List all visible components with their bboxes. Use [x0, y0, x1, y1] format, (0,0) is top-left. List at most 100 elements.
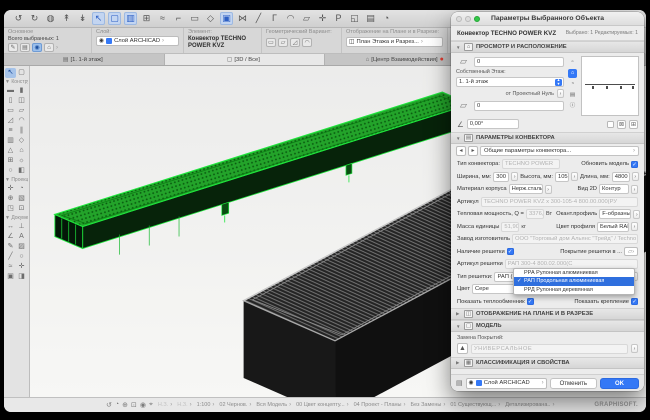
statusbar-field[interactable]: Н.З. ›: [158, 402, 172, 408]
move-dropdown[interactable]: ✛: [316, 12, 329, 25]
height-flyout[interactable]: ›: [571, 172, 578, 181]
worksheet-tool[interactable]: ◳: [5, 204, 16, 214]
geometry-variant-4-button[interactable]: ◠: [302, 38, 312, 47]
ok-button[interactable]: OK: [600, 378, 639, 389]
pen-attribute-button[interactable]: ✎: [8, 43, 18, 52]
door-tool[interactable]: ▯: [5, 96, 16, 106]
object-tool[interactable]: ⊞: [5, 156, 16, 166]
geometry-variant-1-button[interactable]: ▭: [266, 38, 276, 47]
roof-tool[interactable]: ◿: [5, 116, 16, 126]
split-icon[interactable]: ╱: [252, 12, 265, 25]
fillet-icon[interactable]: ◠: [284, 12, 297, 25]
statusbar-field[interactable]: 01 Существующ... ›: [450, 402, 500, 408]
dialog-titlebar[interactable]: Параметры Выбранного Объекта: [451, 12, 644, 26]
parameter-page-dropdown[interactable]: Общие параметры конвектора... ›: [480, 146, 639, 156]
grille-present-checkbox[interactable]: [507, 248, 514, 255]
project-origin-tool[interactable]: ✛: [5, 184, 16, 194]
selection-mode-dropdown[interactable]: ↖: [92, 12, 105, 25]
orbit-icon[interactable]: ↺: [106, 401, 112, 409]
more-attributes-button[interactable]: ⌂: [44, 43, 54, 52]
slab-tool[interactable]: ▱: [16, 106, 27, 116]
preview-3d-button[interactable]: ◔: [568, 80, 577, 89]
toolbox-group-views[interactable]: ▼ Проекции: [5, 177, 28, 183]
zoom-target-icon[interactable]: ⌖: [149, 401, 153, 409]
top-offset-input[interactable]: 0: [474, 57, 564, 67]
grille-coating-swatch-button[interactable]: ▱›: [624, 247, 638, 256]
pick-up-parameters-icon[interactable]: ↟: [60, 12, 73, 25]
walk-mode-icon[interactable]: ◉: [140, 401, 146, 409]
geometry-variant-2-button[interactable]: ▱: [278, 38, 288, 47]
grille-type-option[interactable]: РРД Рулонная деревянная: [514, 286, 634, 295]
show-exchanger-checkbox[interactable]: [527, 298, 534, 305]
text-tool[interactable]: A: [16, 232, 27, 242]
wall-tool[interactable]: ▬: [5, 86, 16, 96]
look-around-icon[interactable]: ◔: [115, 401, 119, 409]
statusbar-field[interactable]: Детализирована.. ›: [505, 402, 554, 408]
body-material-flyout[interactable]: ›: [545, 185, 552, 194]
view2d-flyout[interactable]: ›: [631, 185, 638, 194]
trim-icon[interactable]: ⋈: [236, 12, 249, 25]
zone-tool[interactable]: ⌂: [16, 146, 27, 156]
profile-color-flyout[interactable]: ›: [631, 222, 638, 231]
length-input[interactable]: 4800: [612, 172, 630, 182]
angle-dimension-tool[interactable]: ∠: [5, 232, 16, 242]
paint-bucket-icon[interactable]: ▲: [457, 343, 468, 354]
mirror-y-button[interactable]: ⊞: [629, 120, 638, 129]
profile-color-input[interactable]: Белый RAL 901: [597, 222, 629, 232]
fit-in-window-icon[interactable]: ⊡: [131, 401, 137, 409]
marquee-mode-dropdown[interactable]: ▢: [108, 12, 121, 25]
mesh-tool[interactable]: △: [5, 146, 16, 156]
preview-elevation-button[interactable]: ⌂: [568, 69, 577, 78]
camera-tool[interactable]: ◔: [16, 184, 27, 194]
mirror-checkbox[interactable]: [607, 121, 614, 128]
preview-info-button[interactable]: ⓘ: [568, 102, 577, 111]
grid-snap-dropdown[interactable]: ⊞: [140, 12, 153, 25]
preset-back-button[interactable]: ◂: [456, 146, 466, 156]
render-dropdown[interactable]: ◔: [380, 12, 393, 25]
fill-attribute-button[interactable]: ▤: [20, 43, 30, 52]
snap-reference-icon[interactable]: ⌐: [172, 12, 185, 25]
zoom-in-icon[interactable]: ⊕: [122, 401, 128, 409]
statusbar-field[interactable]: Вся Модель ›: [256, 402, 291, 408]
cancel-button[interactable]: Отменить: [550, 378, 597, 389]
library-manager-icon[interactable]: ▤: [364, 12, 377, 25]
figure-tool[interactable]: ▣: [5, 272, 16, 282]
section-preview-positioning[interactable]: ▼ ⌂ ПРОСМОТР И РАСПОЛОЖЕНИЕ: [451, 41, 644, 53]
length-flyout[interactable]: ›: [632, 172, 639, 181]
arrow-tool[interactable]: ↖: [5, 68, 16, 78]
lock-dropdown[interactable]: ◇: [204, 12, 217, 25]
morph-tool[interactable]: ◇: [16, 136, 27, 146]
resize-icon[interactable]: ▱: [300, 12, 313, 25]
shell-tool[interactable]: ◠: [16, 116, 27, 126]
layer-selector[interactable]: ◉ Слой ARCHICAD ›: [96, 36, 179, 46]
geometry-variant-3-button[interactable]: ◿: [290, 38, 300, 47]
redo-icon[interactable]: ↻: [28, 12, 41, 25]
floor-plan-display-selector[interactable]: ◫ План Этажа и Разрез... ›: [346, 37, 443, 47]
tab-floor-plan[interactable]: ▤ [1. 1-й этаж]: [4, 54, 165, 65]
favorites-icon[interactable]: ◍: [44, 12, 57, 25]
curtain-wall-tool[interactable]: ▥: [5, 136, 16, 146]
renovation-status-button[interactable]: ◉: [32, 43, 42, 52]
preview-chart-button[interactable]: ▤: [568, 91, 577, 100]
mirror-x-button[interactable]: ⊠: [617, 120, 626, 129]
grille-type-option[interactable]: РРА Рулонная алюминиевая: [514, 269, 634, 278]
close-button[interactable]: [456, 16, 462, 22]
railing-tool[interactable]: ∥: [16, 126, 27, 136]
surface-override-field[interactable]: УНИВЕРСАЛЬНОЕ: [471, 344, 628, 354]
width-flyout[interactable]: ›: [511, 172, 518, 181]
edge-profile-flyout[interactable]: ›: [633, 210, 640, 219]
statusbar-field[interactable]: 1:100 ›: [197, 402, 215, 408]
stair-tool[interactable]: ≡: [5, 126, 16, 136]
preset-forward-button[interactable]: ▸: [468, 146, 478, 156]
section-tool[interactable]: ⊕: [5, 194, 16, 204]
show-mount-checkbox[interactable]: [631, 298, 638, 305]
minimize-button[interactable]: [465, 16, 471, 22]
circle-tool[interactable]: ○: [16, 252, 27, 262]
equipment-tool[interactable]: ◧: [16, 166, 27, 176]
preview-plan-button[interactable]: ▫: [568, 58, 577, 67]
dimension-tool[interactable]: ↔: [5, 222, 16, 232]
height-input[interactable]: 105: [555, 172, 569, 182]
frame-dropdown[interactable]: ▭: [188, 12, 201, 25]
update-model-checkbox[interactable]: [631, 161, 638, 168]
home-story-select[interactable]: 1. 1-й этаж ▲▼: [456, 77, 564, 87]
